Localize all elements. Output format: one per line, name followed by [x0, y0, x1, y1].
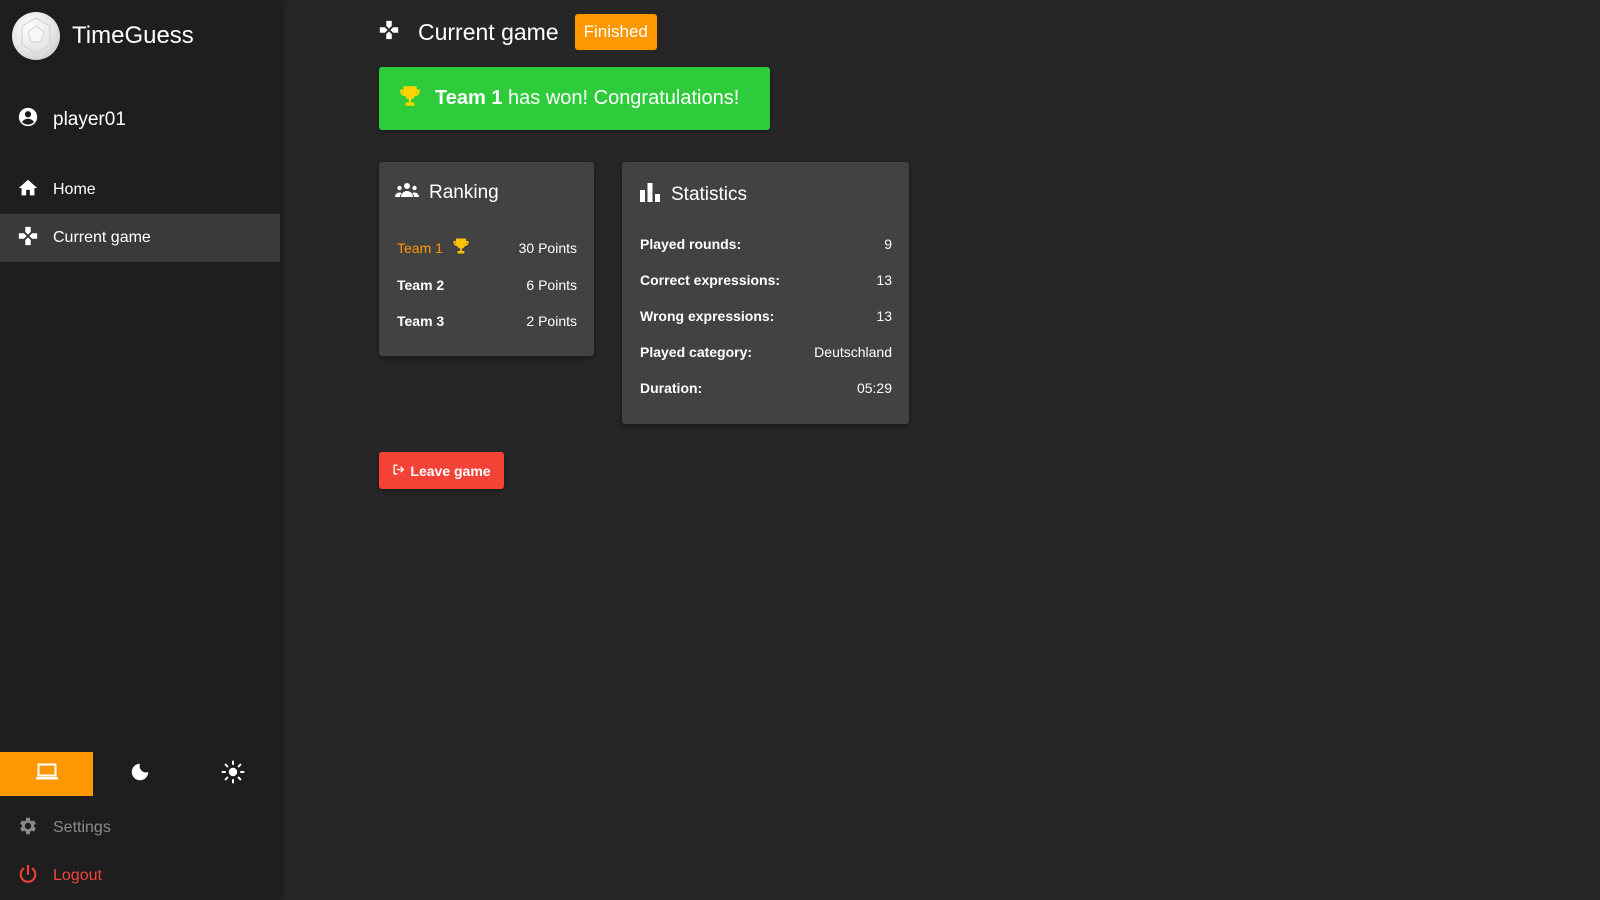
stat-value: 13 [876, 308, 892, 324]
stat-label: Played category: [640, 344, 753, 360]
trophy-icon [397, 83, 423, 115]
team-points: 2 Points [526, 313, 577, 329]
stat-label: Duration: [640, 380, 703, 396]
username: player01 [53, 108, 126, 130]
leave-game-label: Leave game [410, 462, 491, 479]
ranking-row: Team 1 30 Points [397, 236, 577, 259]
brand[interactable]: TimeGuess [12, 12, 194, 60]
sidebar-nav: Home Current game [0, 166, 280, 262]
statistics-header: Statistics [639, 182, 747, 208]
power-icon [17, 863, 39, 890]
winner-team: Team 1 [435, 87, 503, 109]
stat-row: Wrong expressions: 13 [640, 308, 892, 324]
sidebar-item-home[interactable]: Home [0, 166, 280, 214]
logo-icon [12, 12, 60, 60]
gamepad-icon [17, 225, 39, 252]
ranking-title: Ranking [429, 182, 499, 203]
leave-game-button[interactable]: Leave game [379, 452, 504, 489]
theme-switcher [0, 752, 280, 796]
winner-text: has won! Congratulations! [508, 87, 740, 109]
logout-label: Logout [53, 867, 102, 884]
stat-label: Played rounds: [640, 236, 742, 252]
team-name: Team 2 [397, 277, 445, 293]
stat-label: Correct expressions: [640, 272, 781, 288]
moon-icon [129, 761, 151, 788]
theme-dark-button[interactable] [93, 752, 186, 796]
stat-value: 05:29 [856, 380, 892, 396]
user-profile[interactable]: player01 [17, 106, 126, 133]
theme-system-button[interactable] [0, 752, 94, 796]
stat-value: Deutschland [814, 344, 892, 360]
ranking-card: Ranking Team 1 30 Points Team 2 6 Points… [379, 162, 594, 356]
stat-row: Correct expressions: 13 [640, 272, 892, 288]
team-points: 30 Points [518, 239, 577, 256]
app-name: TimeGuess [72, 22, 194, 49]
sidebar-item-logout[interactable]: Logout [0, 852, 280, 900]
page-header: Current game Finished [378, 14, 657, 50]
trophy-icon [451, 236, 471, 259]
home-icon [17, 177, 39, 204]
stat-row: Played category: Deutschland [640, 344, 892, 360]
ranking-row: Team 3 2 Points [397, 313, 577, 329]
stat-value: 13 [876, 272, 892, 288]
team-name: Team 1 [397, 239, 443, 256]
exit-icon [392, 463, 405, 479]
gear-icon [17, 815, 39, 842]
theme-light-button[interactable] [187, 752, 280, 796]
sun-icon [221, 760, 245, 789]
ranking-team-cell: Team 1 [397, 236, 471, 259]
stat-row: Duration: 05:29 [640, 380, 892, 396]
team-points: 6 Points [526, 277, 577, 293]
winner-banner: Team 1 has won! Congratulations! [379, 67, 770, 130]
ranking-row: Team 2 6 Points [397, 277, 577, 293]
sidebar-item-current-game[interactable]: Current game [0, 214, 280, 262]
sidebar-item-settings[interactable]: Settings [0, 804, 280, 852]
page-title: Current game [418, 18, 559, 45]
settings-label: Settings [53, 819, 111, 836]
sidebar: TimeGuess player01 Home Current game Set… [0, 0, 280, 900]
statistics-card: Statistics Played rounds: 9 Correct expr… [622, 162, 909, 424]
bar-chart-icon [639, 182, 661, 208]
winner-message: Team 1 has won! Congratulations! [435, 87, 739, 110]
people-icon [395, 182, 419, 204]
stat-label: Wrong expressions: [640, 308, 775, 324]
sidebar-item-label: Current game [53, 229, 151, 246]
stat-row: Played rounds: 9 [640, 236, 892, 252]
status-badge: Finished [574, 14, 657, 50]
sidebar-item-label: Home [53, 181, 96, 198]
laptop-icon [35, 762, 59, 787]
gamepad-icon [378, 19, 400, 46]
ranking-header: Ranking [395, 182, 499, 204]
stat-value: 9 [884, 236, 892, 252]
statistics-title: Statistics [671, 184, 748, 205]
account-circle-icon [17, 106, 39, 133]
team-name: Team 3 [397, 313, 445, 329]
